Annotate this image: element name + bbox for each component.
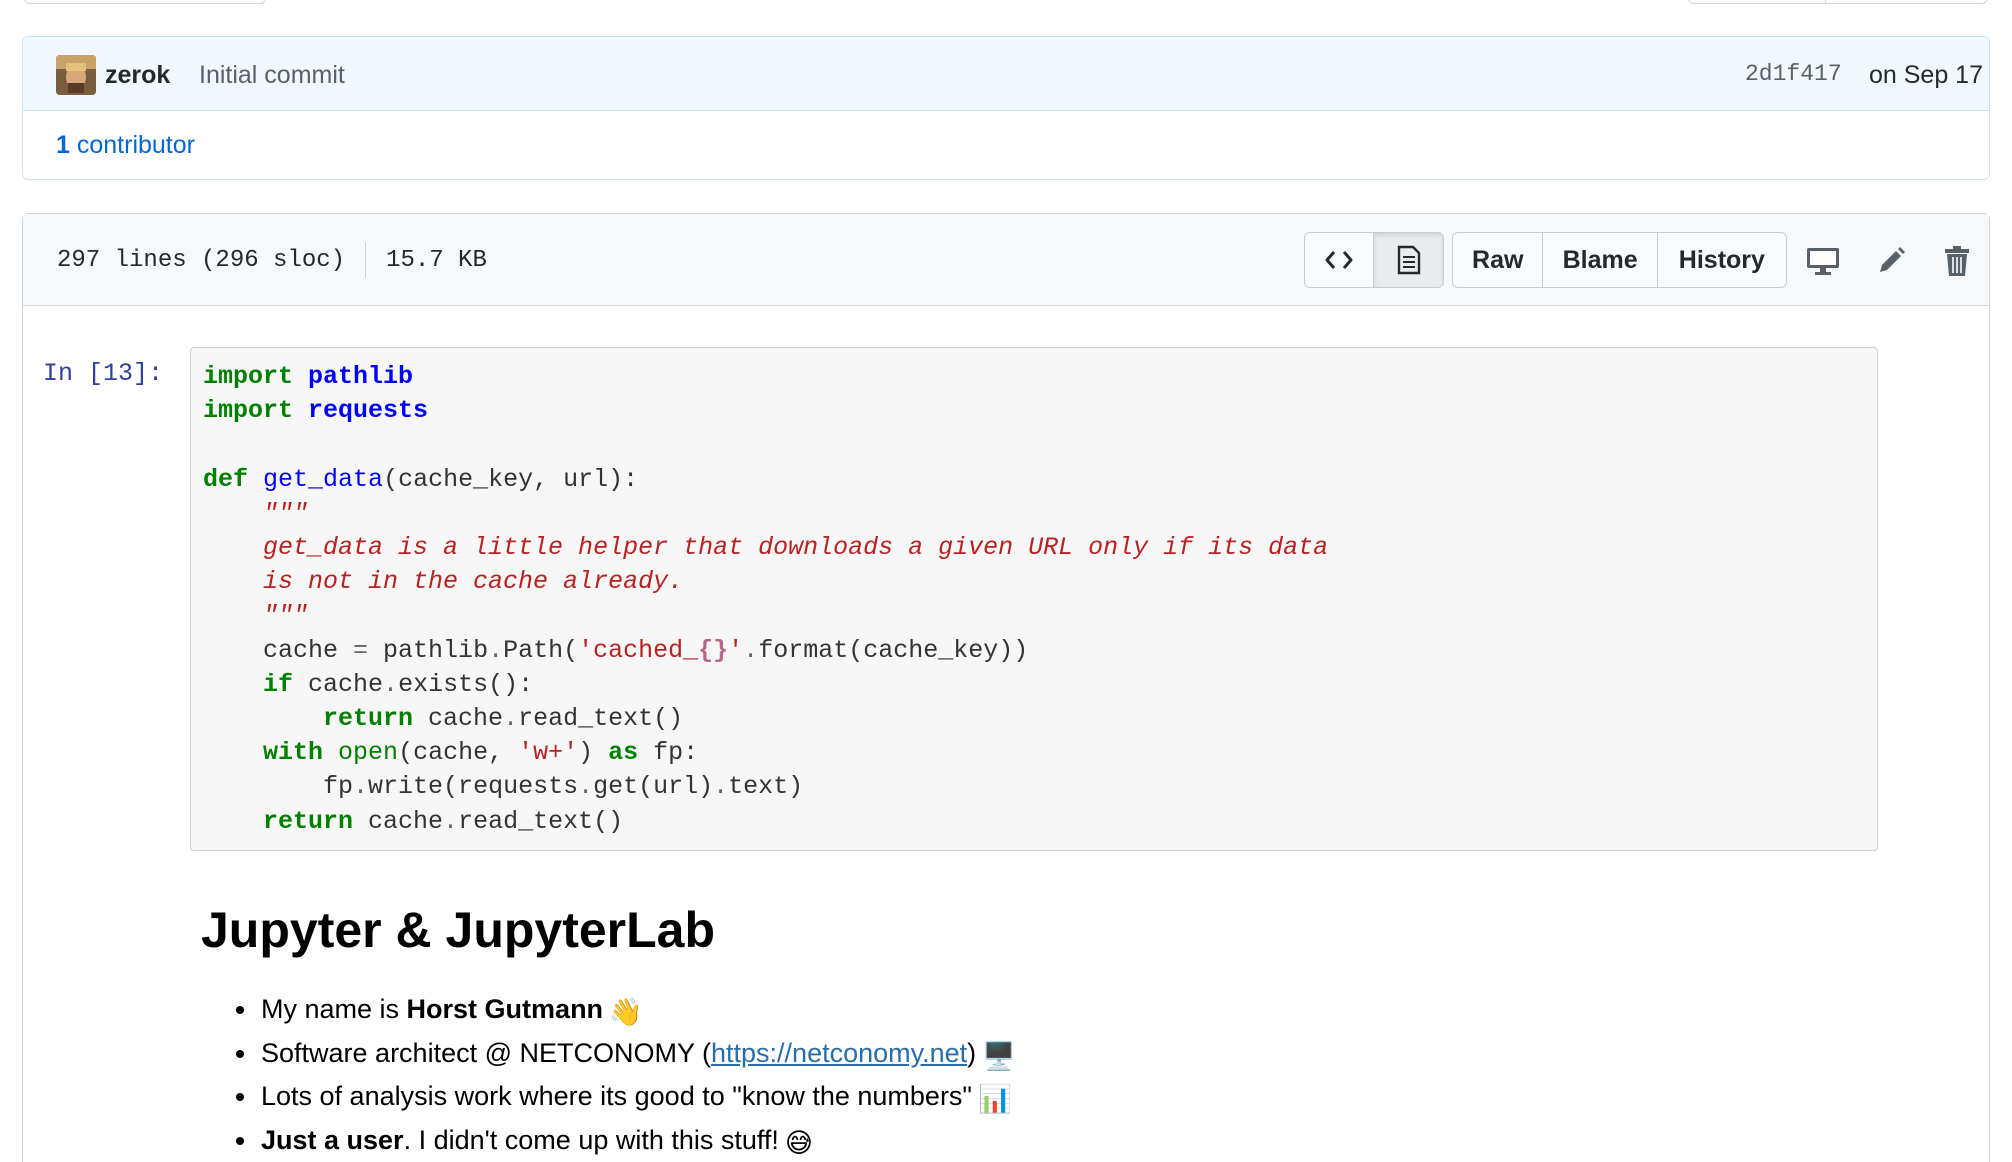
view-toggle-group (1304, 232, 1444, 288)
netconomy-link[interactable]: https://netconomy.net (711, 1038, 967, 1068)
cell-input-prompt: In [13]: (43, 359, 164, 388)
file-size: 15.7 KB (386, 246, 487, 274)
history-button[interactable]: History (1658, 233, 1786, 287)
file-header: 297 lines (296 sloc) 15.7 KB Raw Blame H… (23, 214, 1989, 306)
file-info-divider (365, 242, 367, 278)
commit-date: on Sep 17 (1869, 61, 1983, 89)
file-box: 297 lines (296 sloc) 15.7 KB Raw Blame H… (22, 213, 1990, 1162)
contributors-label: contributor (76, 131, 195, 159)
latest-commit-row: zerok Initial commit 2d1f417 on Sep 17 (23, 37, 1989, 111)
rendered-view-button[interactable] (1374, 233, 1443, 287)
avatar-image (56, 55, 96, 95)
bullet-text: Lots of analysis work where its good to … (261, 1081, 973, 1111)
commit-message-link[interactable]: Initial commit (199, 61, 345, 90)
waving-hand-icon: 👋 (609, 997, 643, 1027)
file-action-group: Raw Blame History (1452, 232, 1787, 288)
delete-file-button[interactable] (1940, 244, 1974, 278)
desktop-icon (1807, 248, 1839, 275)
grinning-sweat-icon: 😅 (784, 1127, 814, 1158)
bullet-text-after: ) (967, 1037, 977, 1068)
open-desktop-button[interactable] (1806, 244, 1840, 278)
edit-file-button[interactable] (1874, 244, 1908, 278)
source-view-button[interactable] (1305, 233, 1374, 287)
blame-button[interactable]: Blame (1543, 233, 1658, 287)
bullet-bold-name: Horst Gutmann (406, 994, 604, 1024)
commit-box: zerok Initial commit 2d1f417 on Sep 17 1… (22, 36, 1990, 180)
file-info: 297 lines (296 sloc) 15.7 KB (57, 242, 487, 278)
bullet-text: Software architect @ NETCONOMY ( (261, 1037, 712, 1068)
contributors-link[interactable]: 1 contributor (56, 131, 195, 160)
avatar[interactable] (56, 55, 96, 95)
bullet-text: . I didn't come up with this stuff! (403, 1124, 779, 1155)
list-item: My name is Horst Gutmann👋 (259, 989, 1016, 1033)
raw-button[interactable]: Raw (1453, 233, 1544, 287)
bullet-bold-text: Just a user (261, 1124, 404, 1155)
commit-sha-link[interactable]: 2d1f417 (1745, 61, 1842, 87)
bar-chart-icon: 📊 (978, 1084, 1012, 1114)
trash-icon (1945, 246, 1969, 276)
bullet-text: My name is (261, 994, 407, 1024)
markdown-heading: Jupyter & JupyterLab (201, 902, 716, 958)
code-cell[interactable]: import pathlib import requests def get_d… (190, 347, 1878, 851)
code-icon (1325, 251, 1353, 269)
branch-select-button[interactable] (24, 0, 266, 4)
file-lines: 297 lines (296 sloc) (57, 246, 346, 274)
pencil-icon (1880, 247, 1905, 272)
intro-bullet-list: My name is Horst Gutmann👋 Software archi… (259, 989, 1016, 1162)
list-item: Lots of analysis work where its good to … (259, 1076, 1016, 1120)
contributors-row: 1 contributor (23, 111, 1989, 179)
contributors-count: 1 (56, 131, 70, 159)
button-divider (1825, 0, 1826, 3)
list-item: Software architect @ NETCONOMY (https://… (259, 1033, 1016, 1077)
desktop-computer-icon: 🖥️ (982, 1040, 1016, 1071)
file-text-icon (1397, 245, 1420, 275)
code-block: import pathlib import requests def get_d… (203, 362, 1329, 836)
commit-author-link[interactable]: zerok (105, 61, 170, 90)
list-item: Just a user. I didn't come up with this … (259, 1120, 1016, 1162)
file-actions-button-group[interactable] (1688, 0, 1988, 4)
